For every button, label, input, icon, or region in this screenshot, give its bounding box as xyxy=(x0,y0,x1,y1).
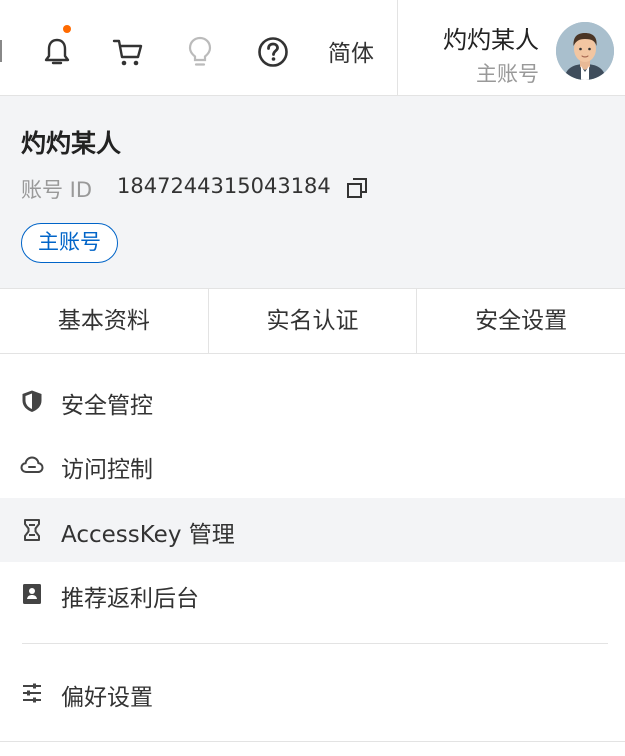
menu-item-label: 访问控制 xyxy=(61,457,153,483)
account-type-badge: 主账号 xyxy=(21,223,118,263)
menu-item-label: 推荐返利后台 xyxy=(61,586,199,612)
copy-icon xyxy=(347,178,367,198)
menu-item-accesskey-management[interactable]: AccessKey 管理 xyxy=(0,498,625,562)
avatar[interactable] xyxy=(556,22,614,80)
top-navigation-bar: 简体 灼灼某人 主账号 xyxy=(0,0,625,96)
account-info-card: 灼灼某人 账号 ID 1847244315043184 主账号 xyxy=(0,96,625,288)
header-user-name[interactable]: 灼灼某人 xyxy=(443,20,539,55)
tips-button[interactable] xyxy=(180,32,220,72)
bell-icon xyxy=(44,38,70,65)
cart-button[interactable] xyxy=(108,32,148,72)
menu-item-preferences[interactable]: 偏好设置 xyxy=(0,661,625,725)
menu-separator xyxy=(22,643,608,644)
tab-security-settings[interactable]: 安全设置 xyxy=(417,289,625,353)
notification-dot xyxy=(63,25,71,33)
menu-item-label: 安全管控 xyxy=(61,393,153,419)
topbar-divider xyxy=(397,0,398,96)
tab-real-name-verification[interactable]: 实名认证 xyxy=(209,289,418,353)
menu-item-label: AccessKey 管理 xyxy=(61,522,235,548)
lightbulb-icon xyxy=(188,36,212,66)
cloud-icon xyxy=(20,456,44,473)
account-name: 灼灼某人 xyxy=(21,129,122,158)
menu-item-security-control[interactable]: 安全管控 xyxy=(0,369,625,433)
notification-button[interactable] xyxy=(37,25,77,72)
sliders-icon xyxy=(23,683,41,703)
tab-basic-profile[interactable]: 基本资料 xyxy=(0,289,209,353)
account-tabs: 基本资料 实名认证 安全设置 xyxy=(0,288,625,354)
menu-item-referral-backend[interactable]: 推荐返利后台 xyxy=(0,562,625,626)
account-id-label: 账号 ID xyxy=(21,178,93,202)
language-switch[interactable]: 简体 xyxy=(328,34,374,68)
card-icon xyxy=(23,584,41,604)
panel-bottom-border xyxy=(0,741,625,742)
help-button[interactable] xyxy=(253,32,293,72)
help-icon xyxy=(258,37,288,67)
cart-icon xyxy=(112,39,143,66)
menu-item-access-control[interactable]: 访问控制 xyxy=(0,433,625,497)
topbar-edge-divider xyxy=(0,40,2,62)
menu-item-label: 偏好设置 xyxy=(61,685,153,711)
shield-icon xyxy=(22,390,42,412)
header-user-type: 主账号 xyxy=(476,62,539,86)
key-icon xyxy=(24,519,40,541)
copy-button[interactable] xyxy=(345,176,369,200)
account-id-value: 1847244315043184 xyxy=(117,174,331,198)
user-avatar-image xyxy=(556,22,614,80)
